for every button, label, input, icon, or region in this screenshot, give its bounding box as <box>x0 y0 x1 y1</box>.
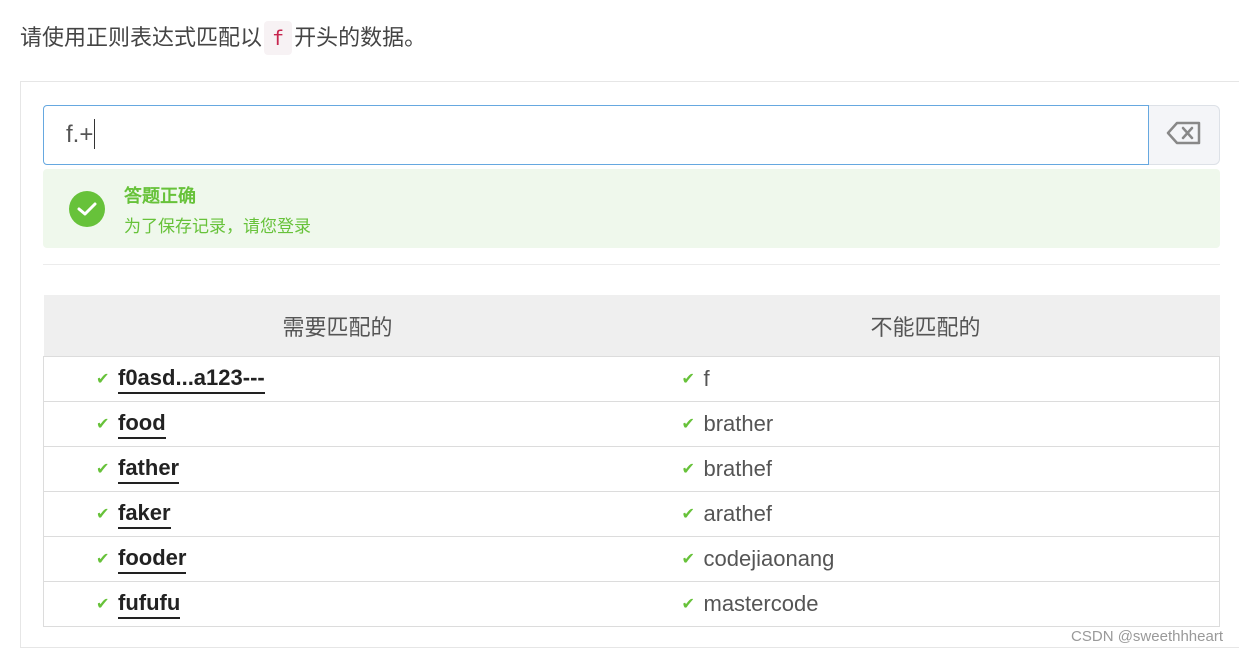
match-cell: ✔ food <box>43 401 632 447</box>
watermark: CSDN @sweethhheart <box>1071 628 1223 645</box>
match-item: fooder <box>118 545 187 574</box>
table-row: ✔ food ✔ brather <box>43 401 1220 447</box>
check-icon: ✔ <box>681 371 695 388</box>
nomatch-cell: ✔ brathef <box>631 446 1220 492</box>
regex-input-value: f.+ <box>66 121 94 148</box>
backspace-clear-icon <box>1166 121 1202 150</box>
section-divider <box>43 264 1220 265</box>
table-row: ✔ father ✔ brathef <box>43 446 1220 492</box>
result-alert-success: 答题正确 为了保存记录，请您登录 <box>43 169 1220 248</box>
match-cell: ✔ fufufu <box>43 581 632 627</box>
nomatch-cell: ✔ codejiaonang <box>631 536 1220 582</box>
check-icon: ✔ <box>96 371 110 388</box>
match-cell: ✔ fooder <box>43 536 632 582</box>
check-icon: ✔ <box>681 506 695 523</box>
test-cases-table: 需要匹配的 不能匹配的 ✔ f0asd...a123--- ✔ f ✔ food ✔ brat… <box>43 295 1220 627</box>
text-caret <box>94 118 96 149</box>
regex-input-group: f.+ <box>43 105 1220 165</box>
nomatch-item: arathef <box>703 501 773 526</box>
check-circle-icon <box>69 191 105 227</box>
match-cell: ✔ faker <box>43 491 632 537</box>
check-icon: ✔ <box>681 551 695 568</box>
match-item: father <box>118 455 180 484</box>
match-item: f0asd...a123--- <box>118 365 265 394</box>
check-icon: ✔ <box>681 461 695 478</box>
prompt-text-after: 开头的数据。 <box>294 25 427 50</box>
question-prompt: 请使用正则表达式匹配以 f 开头的数据。 <box>20 20 426 56</box>
nomatch-cell: ✔ f <box>631 356 1220 402</box>
check-icon: ✔ <box>96 506 110 523</box>
table-row: ✔ faker ✔ arathef <box>43 491 1220 537</box>
check-icon: ✔ <box>681 416 695 433</box>
clear-input-button[interactable] <box>1149 105 1220 165</box>
nomatch-cell: ✔ arathef <box>631 491 1220 537</box>
header-should-not-match: 不能匹配的 <box>631 295 1220 357</box>
result-title: 答题正确 <box>124 186 196 206</box>
match-cell: ✔ father <box>43 446 632 492</box>
check-icon: ✔ <box>96 551 110 568</box>
nomatch-item: codejiaonang <box>703 546 835 571</box>
nomatch-cell: ✔ mastercode <box>631 581 1220 627</box>
check-icon: ✔ <box>96 416 110 433</box>
regex-input[interactable]: f.+ <box>43 105 1149 165</box>
table-header-row: 需要匹配的 不能匹配的 <box>43 295 1220 357</box>
match-item: food <box>118 410 166 439</box>
check-icon: ✔ <box>96 596 110 613</box>
nomatch-cell: ✔ brather <box>631 401 1220 447</box>
check-icon: ✔ <box>96 461 110 478</box>
check-icon: ✔ <box>681 596 695 613</box>
match-item: fufufu <box>118 590 181 619</box>
match-item: faker <box>118 500 171 529</box>
prompt-text-before: 请使用正则表达式匹配以 <box>20 25 263 50</box>
nomatch-item: mastercode <box>703 591 819 616</box>
table-row: ✔ f0asd...a123--- ✔ f <box>43 356 1220 402</box>
header-should-match: 需要匹配的 <box>43 295 632 357</box>
table-row: ✔ fufufu ✔ mastercode <box>43 581 1220 627</box>
result-login-hint[interactable]: 为了保存记录，请您登录 <box>124 212 311 237</box>
nomatch-item: brathef <box>703 456 773 481</box>
match-cell: ✔ f0asd...a123--- <box>43 356 632 402</box>
nomatch-item: brather <box>703 411 774 436</box>
table-row: ✔ fooder ✔ codejiaonang <box>43 536 1220 582</box>
prompt-code-chip: f <box>264 21 293 55</box>
nomatch-item: f <box>703 366 710 391</box>
